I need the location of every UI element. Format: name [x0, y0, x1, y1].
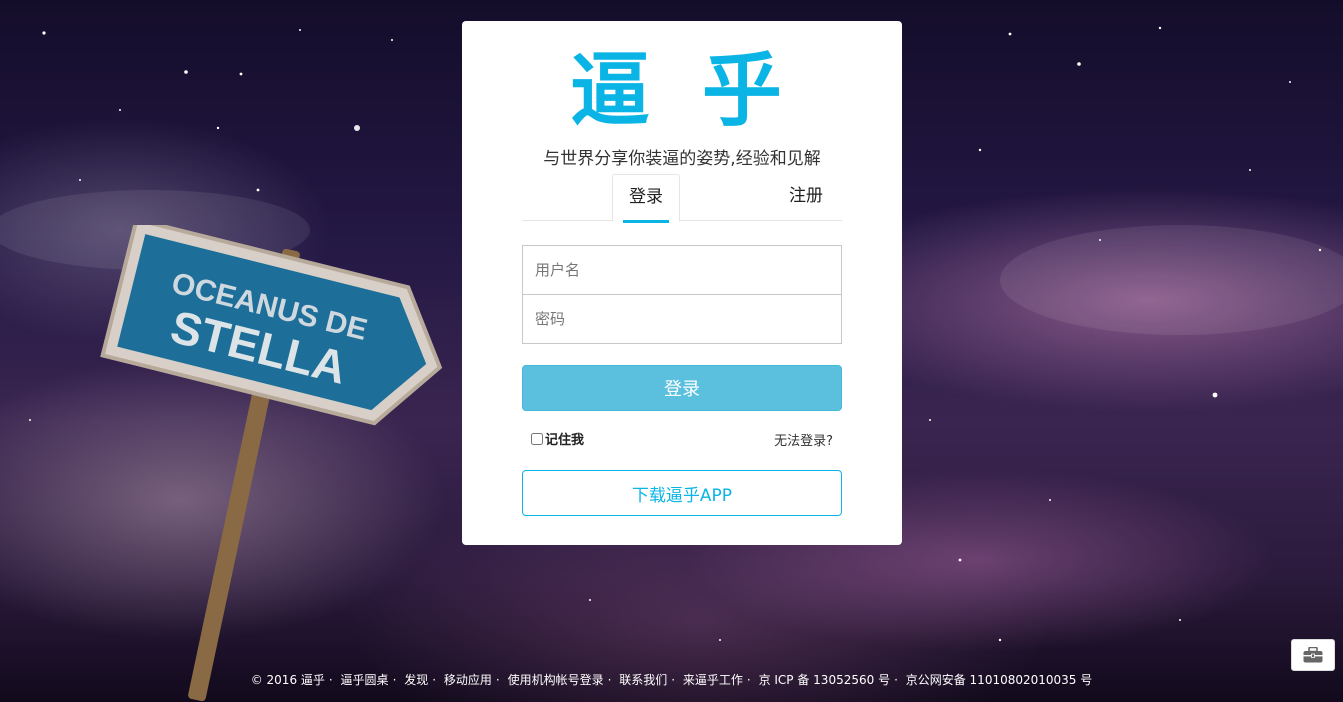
remember-me-label: 记住我 — [545, 433, 585, 448]
auth-tabs: 登录 注册 — [522, 174, 842, 223]
tab-login[interactable]: 登录 — [612, 174, 680, 223]
download-app-button[interactable]: 下载逼乎APP — [522, 470, 842, 516]
login-button[interactable]: 登录 — [522, 365, 842, 411]
signpost-illustration: OCEANUS DE STELLA — [100, 225, 443, 702]
site-logo: 逼 乎 — [570, 44, 794, 137]
forgot-login-link[interactable]: 无法登录? — [774, 430, 833, 449]
password-input[interactable] — [522, 294, 842, 344]
login-card: 逼 乎 与世界分享你装逼的姿势,经验和见解 登录 注册 登录 记住我 无法登录?… — [462, 21, 902, 545]
corner-briefcase-button[interactable] — [1291, 639, 1335, 671]
remember-me-checkbox[interactable] — [531, 432, 543, 445]
footer-link-contact[interactable]: 联系我们 — [619, 673, 667, 687]
tab-register[interactable]: 注册 — [772, 174, 840, 221]
tab-login-label: 登录 — [629, 187, 663, 207]
remember-me[interactable]: 记住我 — [531, 429, 584, 448]
footer-link-jobs[interactable]: 来逼乎工作 — [683, 673, 743, 687]
footer-link-mobile[interactable]: 移动应用 — [444, 673, 492, 687]
footer-link-org-login[interactable]: 使用机构帐号登录 — [508, 673, 604, 687]
tab-register-label: 注册 — [789, 186, 823, 206]
site-slogan: 与世界分享你装逼的姿势,经验和见解 — [543, 149, 821, 169]
footer-link-icp[interactable]: 京 ICP 备 13052560 号 — [759, 673, 891, 687]
footer-link-discover[interactable]: 发现 — [404, 673, 428, 687]
footer-link-roundtable[interactable]: 逼乎圆桌 — [341, 673, 389, 687]
footer-copyright[interactable]: © 2016 逼乎 — [251, 673, 325, 687]
username-input[interactable] — [522, 245, 842, 295]
footer: © 2016 逼乎 · 逼乎圆桌 · 发现 · 移动应用 · 使用机构帐号登录 · 联系我… — [250, 673, 1093, 687]
briefcase-icon — [1303, 647, 1323, 663]
footer-link-police[interactable]: 京公网安备 11010802010035 号 — [906, 673, 1093, 687]
active-tab-indicator — [623, 220, 669, 223]
